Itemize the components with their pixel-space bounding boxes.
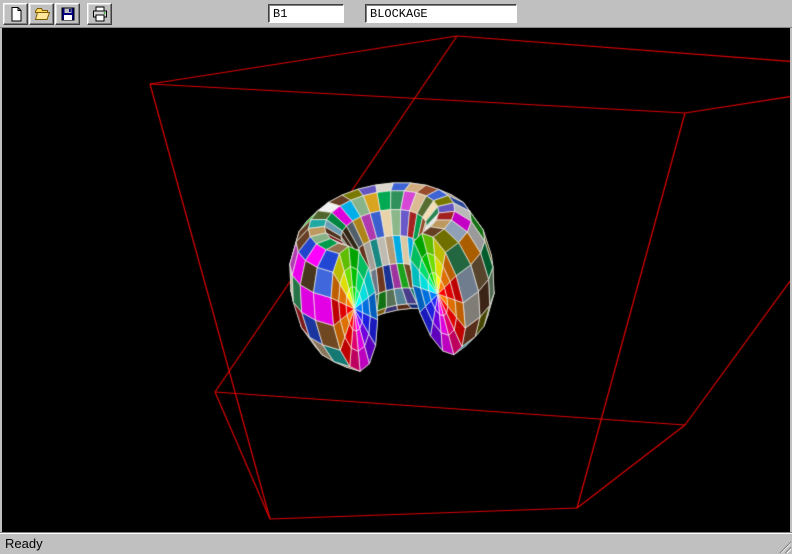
resize-grip[interactable] [778,540,791,553]
open-file-button[interactable] [29,3,54,25]
floppy-disk-icon [60,6,76,22]
new-document-button[interactable] [3,3,28,25]
object-type-field[interactable] [365,4,517,23]
toolbar [0,0,792,28]
app-window: Ready [0,0,792,554]
save-file-button[interactable] [55,3,80,25]
viewport-3d-wrap [0,28,792,532]
viewport-3d[interactable] [0,28,792,532]
print-button[interactable] [87,3,112,25]
status-text: Ready [5,536,43,551]
status-bar: Ready [0,532,792,554]
object-name-field[interactable] [268,4,344,23]
open-folder-icon [34,6,50,22]
printer-icon [92,6,108,22]
new-document-icon [8,6,24,22]
